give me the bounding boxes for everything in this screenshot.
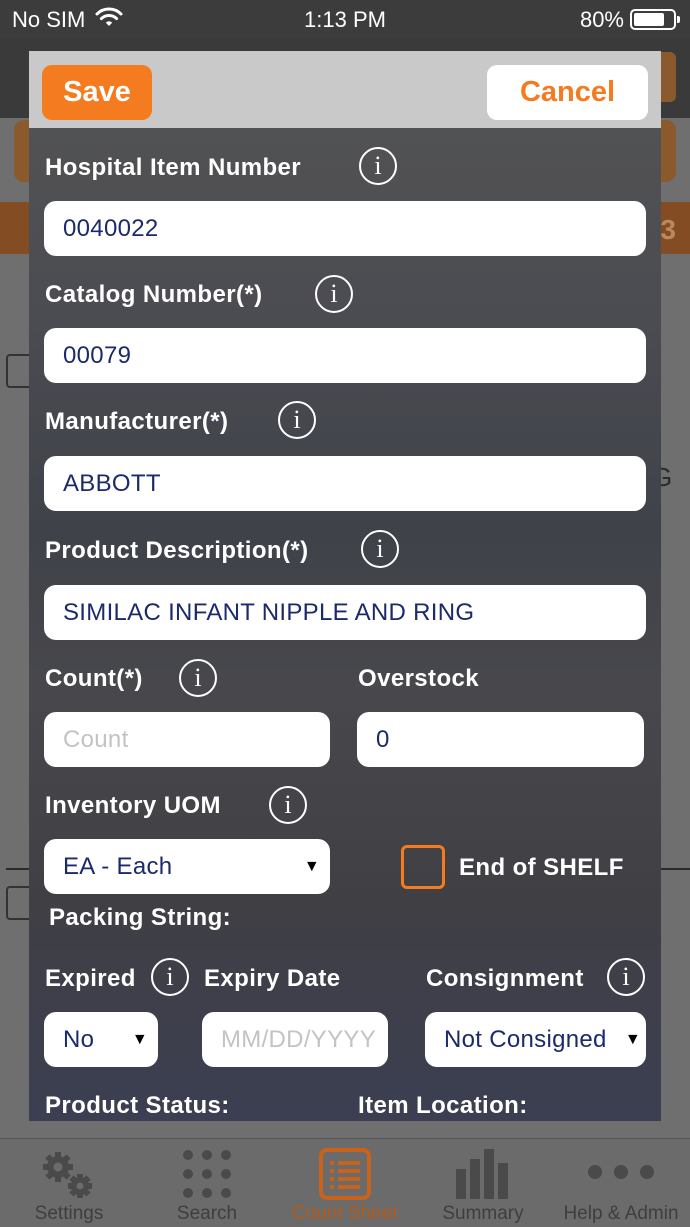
tab-summary-label: Summary: [442, 1203, 524, 1224]
tab-help-admin-label: Help & Admin: [563, 1203, 679, 1224]
gear-icon: [43, 1152, 92, 1198]
grid-icon: [183, 1150, 231, 1198]
product-description-info-icon[interactable]: i: [361, 530, 399, 568]
more-icon: [588, 1165, 654, 1179]
status-bar: No SIM 1:13 PM 80%: [0, 0, 690, 38]
consignment-select[interactable]: Not Consigned ▼: [425, 1012, 646, 1067]
tab-help-admin[interactable]: Help & Admin: [552, 1139, 690, 1227]
list-icon: [319, 1148, 371, 1200]
item-edit-modal: Save Cancel Hospital Item Number i 00400…: [29, 51, 661, 1121]
chevron-down-icon: ▼: [131, 1031, 148, 1048]
background-strip-number: 3: [660, 214, 676, 245]
tab-search-label: Search: [176, 1203, 238, 1224]
expired-value: No: [63, 1026, 95, 1053]
manufacturer-label: Manufacturer(*): [45, 408, 229, 435]
product-status-label: Product Status:: [45, 1092, 230, 1119]
tab-settings[interactable]: Settings: [0, 1139, 138, 1227]
overstock-input[interactable]: 0: [357, 712, 644, 767]
end-of-shelf-label: End of SHELF: [459, 854, 624, 881]
battery-fill: [634, 13, 665, 26]
catalog-number-info-icon[interactable]: i: [315, 275, 353, 313]
catalog-number-field[interactable]: 00079: [44, 328, 646, 383]
consignment-info-icon[interactable]: i: [607, 958, 645, 996]
product-description-label: Product Description(*): [45, 537, 309, 564]
item-location-label: Item Location:: [358, 1092, 528, 1119]
tab-count-sheet-label: Count Sheet: [292, 1203, 398, 1224]
expired-info-icon[interactable]: i: [151, 958, 189, 996]
manufacturer-info-icon[interactable]: i: [278, 401, 316, 439]
inventory-uom-select[interactable]: EA - Each ▼: [44, 839, 330, 894]
product-description-field[interactable]: SIMILAC INFANT NIPPLE AND RING: [44, 585, 646, 640]
chevron-down-icon: ▼: [303, 858, 320, 875]
tab-search[interactable]: Search: [138, 1139, 276, 1227]
manufacturer-field[interactable]: ABBOTT: [44, 456, 646, 511]
hospital-item-number-label: Hospital Item Number: [45, 154, 302, 181]
hospital-item-number-info-icon[interactable]: i: [359, 147, 397, 185]
consignment-value: Not Consigned: [444, 1026, 607, 1053]
count-input[interactable]: Count: [44, 712, 330, 767]
expiry-date-label: Expiry Date: [204, 965, 341, 992]
tab-settings-label: Settings: [34, 1203, 104, 1224]
inventory-uom-label: Inventory UOM: [45, 792, 221, 819]
count-label: Count(*): [45, 665, 143, 692]
battery-percent: 80%: [579, 7, 624, 32]
count-info-icon[interactable]: i: [179, 659, 217, 697]
bar-chart-icon: [456, 1149, 508, 1199]
tab-summary[interactable]: Summary: [414, 1139, 552, 1227]
expired-select[interactable]: No ▼: [44, 1012, 158, 1067]
save-button[interactable]: Save: [42, 65, 152, 120]
cancel-button[interactable]: Cancel: [487, 65, 648, 120]
packing-string-label: Packing String:: [49, 904, 232, 931]
expiry-date-input[interactable]: MM/DD/YYYY: [202, 1012, 388, 1067]
chevron-down-icon: ▼: [624, 1031, 641, 1048]
catalog-number-label: Catalog Number(*): [45, 281, 263, 308]
expired-label: Expired: [45, 965, 136, 992]
inventory-uom-info-icon[interactable]: i: [269, 786, 307, 824]
consignment-label: Consignment: [426, 965, 584, 992]
tab-bar: Settings Search Count Sheet Summary Help…: [0, 1138, 690, 1227]
tab-count-sheet[interactable]: Count Sheet: [276, 1139, 414, 1227]
modal-header: Save Cancel: [29, 51, 661, 128]
overstock-label: Overstock: [358, 665, 479, 692]
inventory-uom-value: EA - Each: [63, 853, 173, 880]
battery-icon: [630, 9, 680, 30]
end-of-shelf-checkbox[interactable]: [401, 845, 445, 889]
hospital-item-number-field[interactable]: 0040022: [44, 201, 646, 256]
